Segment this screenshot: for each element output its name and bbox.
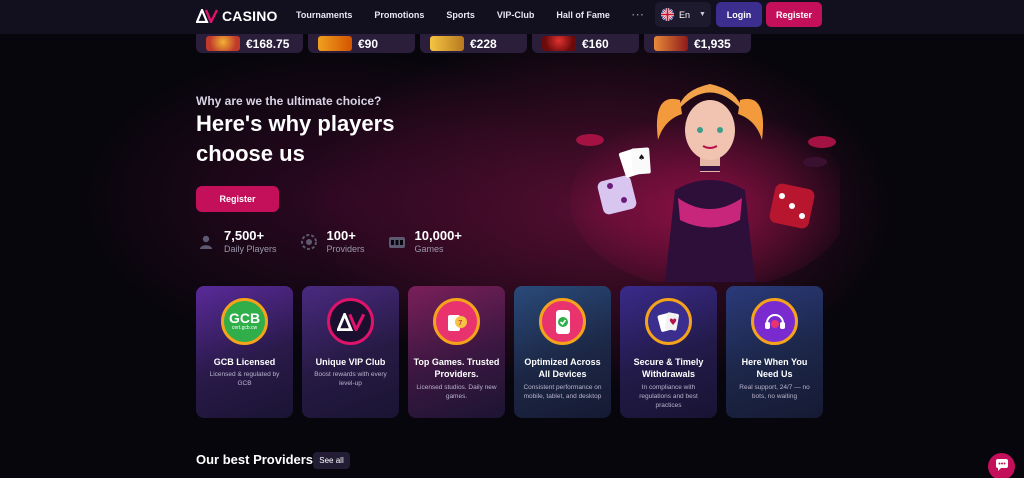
svg-text:♥: ♥ — [669, 318, 677, 328]
feature-card-withdrawals[interactable]: ♥ Secure & Timely Withdrawals In complia… — [620, 286, 717, 418]
nav-hall-of-fame[interactable]: Hall of Fame — [556, 10, 610, 20]
nav-tournaments[interactable]: Tournaments — [296, 10, 352, 20]
stat-value: 7,500+ — [224, 228, 265, 243]
slot-icon — [387, 232, 407, 252]
feature-title: GCB Licensed — [213, 357, 276, 367]
main-nav: Tournaments Promotions Sports VIP-Club H… — [296, 0, 667, 30]
feature-desc: In compliance with regulations and best … — [639, 384, 698, 409]
uk-flag-icon — [661, 8, 674, 21]
chevron-down-icon: ▼ — [699, 11, 706, 18]
recent-wins-strip: €168.75 €90 €228 €160 €1,935 — [196, 34, 822, 53]
win-item[interactable]: €1,935 — [644, 34, 751, 53]
game-thumbnail — [542, 36, 576, 51]
license-icon: GCB cert.gcb.cw — [221, 298, 268, 345]
stat-games: 10,000+ Games — [387, 228, 462, 255]
feature-title: Unique VIP Club — [315, 357, 386, 367]
win-amount: €1,935 — [694, 36, 731, 51]
feature-card-devices[interactable]: Optimized Across All Devices Consistent … — [514, 286, 611, 418]
hero-register-button[interactable]: Register — [196, 186, 279, 212]
stat-providers: 100+ Providers — [299, 228, 365, 255]
win-item[interactable]: €228 — [420, 34, 527, 53]
hero-title: Here's why players choose us — [196, 111, 395, 166]
feature-desc: Licensed & regulated by GCB — [209, 371, 280, 387]
hero-stats: 7,500+ Daily Players 100+ Providers 10,0… — [196, 228, 462, 255]
site-logo[interactable]: CASINO — [196, 8, 278, 24]
stat-label: Daily Players — [224, 244, 277, 254]
feature-card-gcb-licensed[interactable]: GCB cert.gcb.cw GCB Licensed Licensed & … — [196, 286, 293, 418]
support-icon — [751, 298, 798, 345]
top-header: CASINO Tournaments Promotions Sports VIP… — [0, 0, 1024, 34]
language-selector[interactable]: En ▼ — [655, 2, 711, 27]
providers-section-title: Our best Providers — [196, 452, 314, 467]
device-icon — [539, 298, 586, 345]
feature-desc: Consistent performance on mobile, tablet… — [523, 384, 602, 400]
stat-label: Providers — [326, 244, 365, 254]
register-button[interactable]: Register — [766, 2, 822, 27]
live-chat-button[interactable] — [988, 453, 1015, 478]
logo-mark-icon — [196, 9, 218, 23]
chat-bubble-icon — [995, 458, 1009, 476]
nav-promotions[interactable]: Promotions — [374, 10, 424, 20]
hero-character-illustration: ♠ — [560, 70, 850, 290]
games-icon: 7 — [433, 298, 480, 345]
win-amount: €228 — [470, 36, 497, 51]
feature-title: Secure & Timely Withdrawals — [633, 357, 704, 379]
game-thumbnail — [654, 36, 688, 51]
win-amount: €90 — [358, 36, 379, 51]
language-label: En — [679, 9, 691, 20]
vip-icon — [327, 298, 374, 345]
win-item[interactable]: €90 — [308, 34, 415, 53]
feature-card-top-games[interactable]: 7 Top Games. Trusted Providers. Licensed… — [408, 286, 505, 418]
cards-icon: ♥ — [645, 298, 692, 345]
svg-text:7: 7 — [458, 319, 462, 327]
user-icon — [196, 232, 216, 252]
win-amount: €160 — [582, 36, 609, 51]
svg-text:♠: ♠ — [638, 153, 645, 162]
feature-desc: Boost rewards with every level-up — [314, 371, 387, 387]
page: CASINO Tournaments Promotions Sports VIP… — [0, 0, 1024, 478]
game-thumbnail — [318, 36, 352, 51]
win-item[interactable]: €160 — [532, 34, 639, 53]
see-all-providers-button[interactable]: See all — [313, 452, 350, 469]
win-amount: €168.75 — [246, 36, 290, 51]
feature-card-vip-club[interactable]: Unique VIP Club Boost rewards with every… — [302, 286, 399, 418]
feature-desc: Real support, 24/7 — no bots, no waiting — [739, 384, 810, 400]
feature-title: Optimized Across All Devices — [524, 357, 601, 379]
stat-label: Games — [414, 244, 444, 254]
badge-text: GCB — [228, 310, 261, 326]
feature-title: Here When You Need Us — [741, 357, 808, 379]
nav-more-icon[interactable]: ··· — [632, 10, 645, 21]
game-thumbnail — [206, 36, 240, 51]
stat-value: 10,000+ — [414, 228, 462, 243]
stat-value: 100+ — [326, 228, 356, 243]
feature-title: Top Games. Trusted Providers. — [413, 357, 500, 379]
feature-desc: Licensed studios. Daily new games. — [416, 384, 497, 400]
login-button[interactable]: Login — [716, 2, 762, 27]
nav-sports[interactable]: Sports — [446, 10, 475, 20]
hero-kicker: Why are we the ultimate choice? — [196, 94, 382, 108]
feature-cards: GCB cert.gcb.cw GCB Licensed Licensed & … — [196, 286, 823, 418]
chip-icon — [299, 232, 319, 252]
badge-subtext: cert.gcb.cw — [231, 325, 258, 331]
stat-daily-players: 7,500+ Daily Players — [196, 228, 277, 255]
nav-vip-club[interactable]: VIP-Club — [497, 10, 535, 20]
game-thumbnail — [430, 36, 464, 51]
win-item[interactable]: €168.75 — [196, 34, 303, 53]
logo-text: CASINO — [222, 8, 278, 24]
feature-card-support[interactable]: Here When You Need Us Real support, 24/7… — [726, 286, 823, 418]
